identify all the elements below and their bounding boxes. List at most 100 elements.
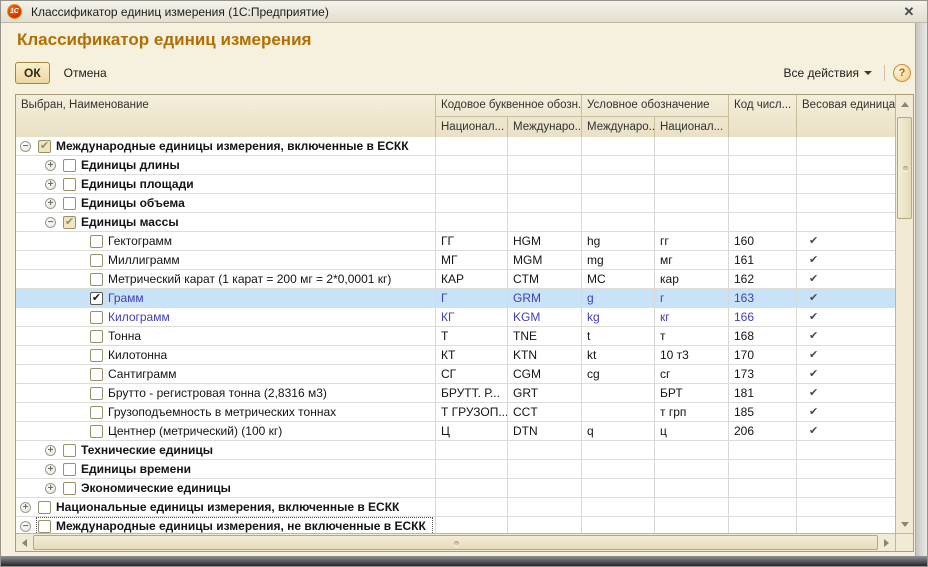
expand-icon[interactable]: + <box>20 502 31 513</box>
row-checkbox[interactable]: ✔ <box>90 292 103 305</box>
expand-icon[interactable]: + <box>45 179 56 190</box>
collapse-icon[interactable]: − <box>20 521 31 532</box>
table-row[interactable]: ✔ГраммГGRMgг163✔ <box>16 289 895 308</box>
header-numeric-code[interactable]: Код числ... <box>729 95 797 137</box>
header-letter-code-national[interactable]: Национал... <box>436 116 508 137</box>
cell-letter-code-national: КАР <box>436 270 508 288</box>
table-row[interactable]: −✔Международные единицы измерения, включ… <box>16 137 895 156</box>
header-weight-unit[interactable]: Весовая единица <box>797 95 895 137</box>
weight-unit-cell: ✔ <box>797 327 895 345</box>
thumb-grip-icon <box>903 166 908 171</box>
table-row[interactable]: КилотоннаКТKTNkt10 т3170✔ <box>16 346 895 365</box>
scroll-down-icon <box>901 522 909 527</box>
row-checkbox[interactable] <box>63 197 76 210</box>
vertical-scrollbar[interactable] <box>895 95 913 533</box>
table-header: Выбран, Наименование Кодовое буквенное о… <box>16 95 913 137</box>
scroll-left-button[interactable] <box>16 534 33 551</box>
header-letter-code-group[interactable]: Кодовое буквенное обозн... <box>436 95 582 116</box>
unit-name: Гектограмм <box>108 232 172 250</box>
expand-icon[interactable]: + <box>45 464 56 475</box>
cell-letter-code-national <box>436 498 508 516</box>
row-checkbox[interactable] <box>63 159 76 172</box>
row-checkbox[interactable] <box>63 444 76 457</box>
tree-name-cell: +Национальные единицы измерения, включен… <box>16 498 436 516</box>
expand-icon[interactable]: + <box>45 483 56 494</box>
scroll-right-button[interactable] <box>878 534 895 551</box>
weight-unit-cell <box>797 213 895 231</box>
table-row[interactable]: +Единицы объема <box>16 194 895 213</box>
table-row[interactable]: Центнер (метрический) (100 кг)ЦDTNqц206✔ <box>16 422 895 441</box>
row-checkbox[interactable] <box>90 330 103 343</box>
ok-button[interactable]: ОК <box>15 62 50 84</box>
cell-numeric-code: 161 <box>729 251 797 269</box>
row-checkbox[interactable] <box>63 482 76 495</box>
row-checkbox[interactable] <box>90 425 103 438</box>
cell-letter-code-international: TNE <box>508 327 582 345</box>
help-button[interactable]: ? <box>893 64 911 82</box>
collapse-icon[interactable]: − <box>20 141 31 152</box>
cell-symbol-national: мг <box>655 251 729 269</box>
header-symbol-group[interactable]: Условное обозначение <box>582 95 729 116</box>
row-checkbox[interactable] <box>90 349 103 362</box>
table-row[interactable]: Брутто - регистровая тонна (2,8316 м3)БР… <box>16 384 895 403</box>
table-row[interactable]: +Единицы времени <box>16 460 895 479</box>
weight-unit-cell <box>797 460 895 478</box>
toolbar: ОК Отмена Все действия ? <box>15 61 911 85</box>
row-checkbox[interactable] <box>90 311 103 324</box>
row-checkbox[interactable] <box>90 387 103 400</box>
cell-numeric-code <box>729 137 797 155</box>
cancel-button[interactable]: Отмена <box>60 64 111 82</box>
row-checkbox[interactable] <box>63 178 76 191</box>
cell-letter-code-national <box>436 137 508 155</box>
table-row[interactable]: +Технические единицы <box>16 441 895 460</box>
row-checkbox[interactable] <box>38 501 51 514</box>
row-checkbox[interactable] <box>90 406 103 419</box>
header-letter-code-international[interactable]: Междунаро... <box>508 116 582 137</box>
header-selected-name[interactable]: Выбран, Наименование <box>16 95 436 137</box>
expand-icon[interactable]: + <box>45 198 56 209</box>
table-row[interactable]: Метрический карат (1 карат = 200 мг = 2*… <box>16 270 895 289</box>
horizontal-scrollbar[interactable] <box>16 533 895 551</box>
table-row[interactable]: +Единицы площади <box>16 175 895 194</box>
table-row[interactable]: СантиграммСГCGMcgсг173✔ <box>16 365 895 384</box>
table-row[interactable]: −✔Единицы массы <box>16 213 895 232</box>
row-checkbox[interactable] <box>90 368 103 381</box>
header-symbol-national[interactable]: Национал... <box>655 116 729 137</box>
table-row[interactable]: ГектограммГГHGMhgгг160✔ <box>16 232 895 251</box>
row-checkbox[interactable] <box>90 273 103 286</box>
horizontal-scroll-thumb[interactable] <box>33 535 878 550</box>
expand-icon[interactable]: + <box>45 445 56 456</box>
row-checkbox[interactable] <box>38 520 51 533</box>
table-row[interactable]: МиллиграммМГMGMmgмг161✔ <box>16 251 895 270</box>
row-checkbox[interactable]: ✔ <box>38 140 51 153</box>
row-checkbox[interactable] <box>90 254 103 267</box>
close-icon[interactable]: ✕ <box>901 4 917 20</box>
tree-name-cell: ✔Грамм <box>16 289 436 307</box>
cell-letter-code-international: DTN <box>508 422 582 440</box>
table-row[interactable]: +Национальные единицы измерения, включен… <box>16 498 895 517</box>
header-symbol-international[interactable]: Междунаро... <box>582 116 655 137</box>
row-checkbox[interactable] <box>90 235 103 248</box>
table-row[interactable]: − Международные единицы измерения, не вкл… <box>16 517 895 533</box>
table-row[interactable]: +Экономические единицы <box>16 479 895 498</box>
weight-check-icon: ✔ <box>809 368 818 380</box>
table-row[interactable]: +Единицы длины <box>16 156 895 175</box>
weight-unit-cell <box>797 194 895 212</box>
table-row[interactable]: ТоннаТTNEtт168✔ <box>16 327 895 346</box>
cell-symbol-international <box>582 460 655 478</box>
cell-numeric-code <box>729 498 797 516</box>
unit-name: Международные единицы измерения, не вклю… <box>56 517 426 533</box>
row-checkbox[interactable]: ✔ <box>63 216 76 229</box>
thumb-grip-icon <box>454 541 459 546</box>
scroll-up-button[interactable] <box>896 95 913 113</box>
table-row[interactable]: КилограммКГKGMkgкг166✔ <box>16 308 895 327</box>
scroll-down-button[interactable] <box>896 515 913 533</box>
row-checkbox[interactable] <box>63 463 76 476</box>
expand-icon[interactable]: + <box>45 160 56 171</box>
all-actions-button[interactable]: Все действия <box>780 64 876 82</box>
scrollbar-corner <box>895 533 913 551</box>
weight-unit-cell: ✔ <box>797 403 895 421</box>
vertical-scroll-thumb[interactable] <box>897 117 912 219</box>
collapse-icon[interactable]: − <box>45 217 56 228</box>
table-row[interactable]: Грузоподъемность в метрических тоннахТ Г… <box>16 403 895 422</box>
